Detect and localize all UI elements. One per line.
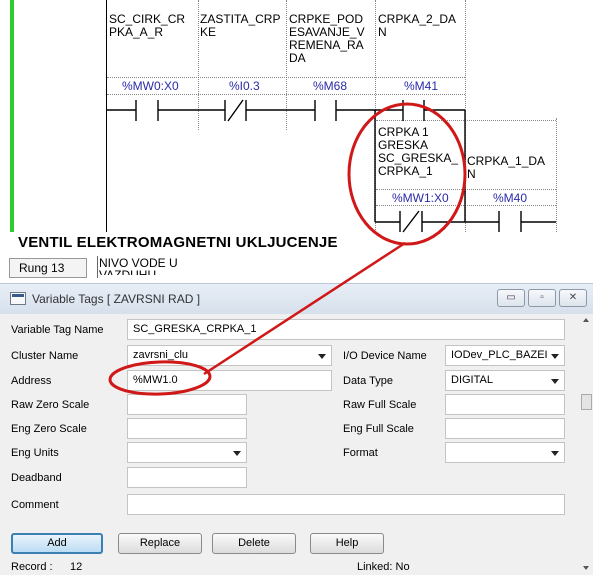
variable-tag-name-input[interactable]: SC_GRESKA_CRPKA_1 [127,319,565,340]
io-device-name-label: I/O Device Name [343,350,427,362]
vertical-scrollbar[interactable] [580,314,593,575]
data-type-label: Data Type [343,375,393,387]
help-button[interactable]: Help [310,533,384,554]
record-value: 12 [70,561,83,573]
address-input[interactable]: %MW1.0 [127,370,332,391]
eng-full-scale-input[interactable] [445,418,565,439]
cluster-name-select[interactable]: zavrsni_clu [127,345,332,366]
status-bar: Record : 12 Linked: No [0,558,580,575]
restore-button[interactable]: ▫ [528,289,556,307]
chevron-down-icon [551,379,559,384]
record-label: Record : [11,561,53,573]
cluster-name-value: zavrsni_clu [133,349,189,361]
dialog-title: Variable Tags [ ZAVRSNI RAD ] [32,292,201,306]
chevron-down-icon [551,451,559,456]
linked-status: Linked: No [357,561,410,573]
deadband-label: Deadband [11,472,62,484]
rung-comment: NIVO VODE UVAZDUHU... [99,256,178,275]
ladder-diagram: SC_CIRK_CR PKA_A_R ZASTITA_CRP KE CRPKE_PO… [0,0,593,282]
raw-full-scale-input[interactable] [445,394,565,415]
deadband-input[interactable] [127,467,247,488]
variable-tags-dialog: Variable Tags [ ZAVRSNI RAD ] ▭ ▫ ✕ Vari… [0,283,593,575]
chevron-down-icon [318,354,326,359]
raw-zero-scale-input[interactable] [127,394,247,415]
format-select[interactable] [445,442,565,463]
eng-units-label: Eng Units [11,447,59,459]
cluster-name-label: Cluster Name [11,350,79,362]
delete-button[interactable]: Delete [212,533,296,554]
scrollbar-thumb[interactable] [581,394,592,410]
eng-full-scale-label: Eng Full Scale [343,423,414,435]
eng-zero-scale-input[interactable] [127,418,247,439]
close-button[interactable]: ✕ [559,289,587,307]
rung-divider [97,256,98,278]
raw-zero-scale-label: Raw Zero Scale [11,399,90,411]
eng-zero-scale-label: Eng Zero Scale [11,423,87,435]
scroll-down-icon[interactable] [583,566,589,570]
data-type-select[interactable]: DIGITAL [445,370,565,391]
address-label: Address [11,375,52,387]
data-type-value: DIGITAL [451,374,493,386]
comment-input[interactable] [127,494,565,515]
comment-label: Comment [11,499,59,511]
add-button[interactable]: Add [11,533,103,554]
chevron-down-icon [551,354,559,359]
scroll-up-icon[interactable] [583,318,589,322]
minimize-button[interactable]: ▭ [497,289,525,307]
io-device-name-select[interactable]: IODev_PLC_BAZEI [445,345,565,366]
section-title: VENTIL ELEKTROMAGNETNI UKLJUCENJE [18,234,338,251]
io-device-name-value: IODev_PLC_BAZEI [451,349,548,361]
chevron-down-icon [233,451,241,456]
window-icon [10,292,26,305]
dialog-titlebar[interactable]: Variable Tags [ ZAVRSNI RAD ] ▭ ▫ ✕ [0,284,593,314]
rung-label[interactable]: Rung 13 [9,258,87,278]
eng-units-select[interactable] [127,442,247,463]
raw-full-scale-label: Raw Full Scale [343,399,417,411]
variable-tag-name-label: Variable Tag Name [11,324,104,336]
replace-button[interactable]: Replace [118,533,202,554]
format-label: Format [343,447,378,459]
